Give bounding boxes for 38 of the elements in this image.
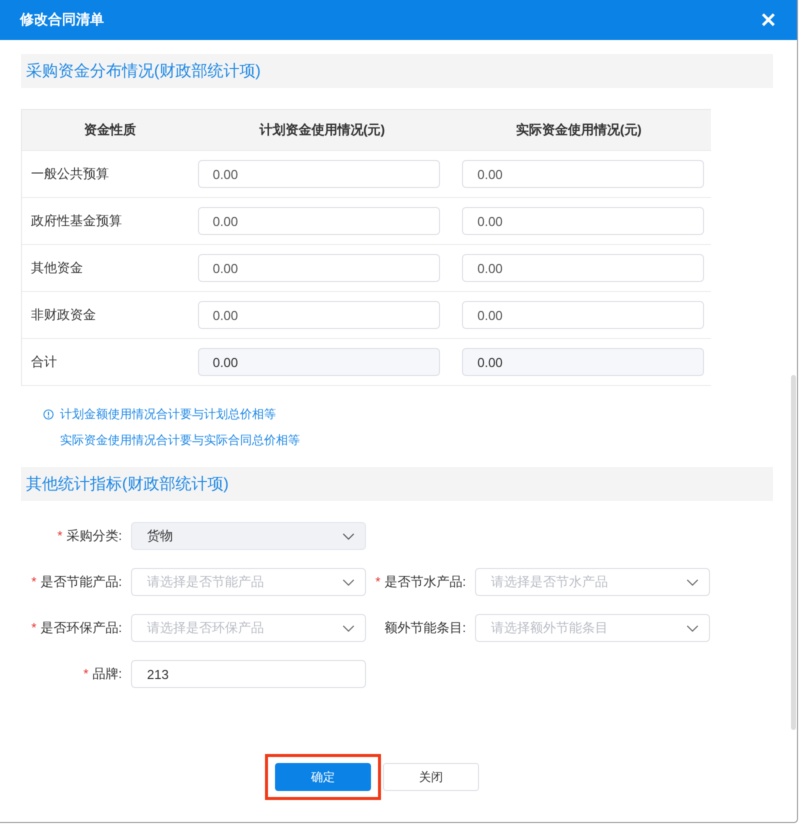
column-header: 计划资金使用情况(元) <box>258 121 386 139</box>
close-button[interactable]: ✕ <box>756 8 781 32</box>
field-label: * 是否节水产品: <box>374 573 467 591</box>
amount-field[interactable]: 0.00 <box>462 207 704 235</box>
row-label: 非财政资金 <box>30 306 97 324</box>
confirm-button[interactable]: 确定 <box>275 763 371 791</box>
field-label: * 品牌: <box>82 665 123 683</box>
amount-field[interactable]: 0.00 <box>198 301 440 329</box>
scrollbar-thumb[interactable] <box>791 375 796 730</box>
field-label: * 是否节能产品: <box>30 573 123 591</box>
amount-field[interactable]: 0.00 <box>462 254 704 282</box>
amount-field[interactable]: 0.00 <box>198 254 440 282</box>
row-label: 其他资金 <box>30 259 84 277</box>
chevron-down-icon <box>342 578 355 586</box>
section-title: 其他统计指标(财政部统计项) <box>26 474 229 494</box>
text-field[interactable]: 213 <box>131 660 366 688</box>
field-label: * 采购分类: <box>56 527 123 545</box>
section-title: 采购资金分布情况(财政部统计项) <box>26 62 261 82</box>
amount-field[interactable]: 0.00 <box>462 160 704 188</box>
row-label: 一般公共预算 <box>30 165 110 183</box>
chevron-down-icon <box>686 578 699 586</box>
amount-field[interactable]: 0.00 <box>198 207 440 235</box>
note-text: 实际资金使用情况合计要与实际合同总价相等 <box>60 432 300 449</box>
column-header: 实际资金使用情况(元) <box>514 121 643 139</box>
amount-field[interactable]: 0.00 <box>198 160 440 188</box>
field-label: 额外节能条目: <box>383 619 467 637</box>
amount-field[interactable]: 0.00 <box>462 301 704 329</box>
note-text: 计划金额使用情况合计要与计划总价相等 <box>60 406 276 423</box>
close-dialog-button[interactable]: 关闭 <box>383 763 479 791</box>
window-title: 修改合同清单 <box>20 11 104 29</box>
info-icon <box>43 409 54 420</box>
field-label: * 是否环保产品: <box>30 619 123 637</box>
chevron-down-icon <box>342 624 355 632</box>
chevron-down-icon <box>686 624 699 632</box>
row-label: 合计 <box>30 353 58 371</box>
chevron-down-icon <box>342 532 355 540</box>
row-label: 政府性基金预算 <box>30 212 123 230</box>
column-header: 资金性质 <box>82 121 137 139</box>
